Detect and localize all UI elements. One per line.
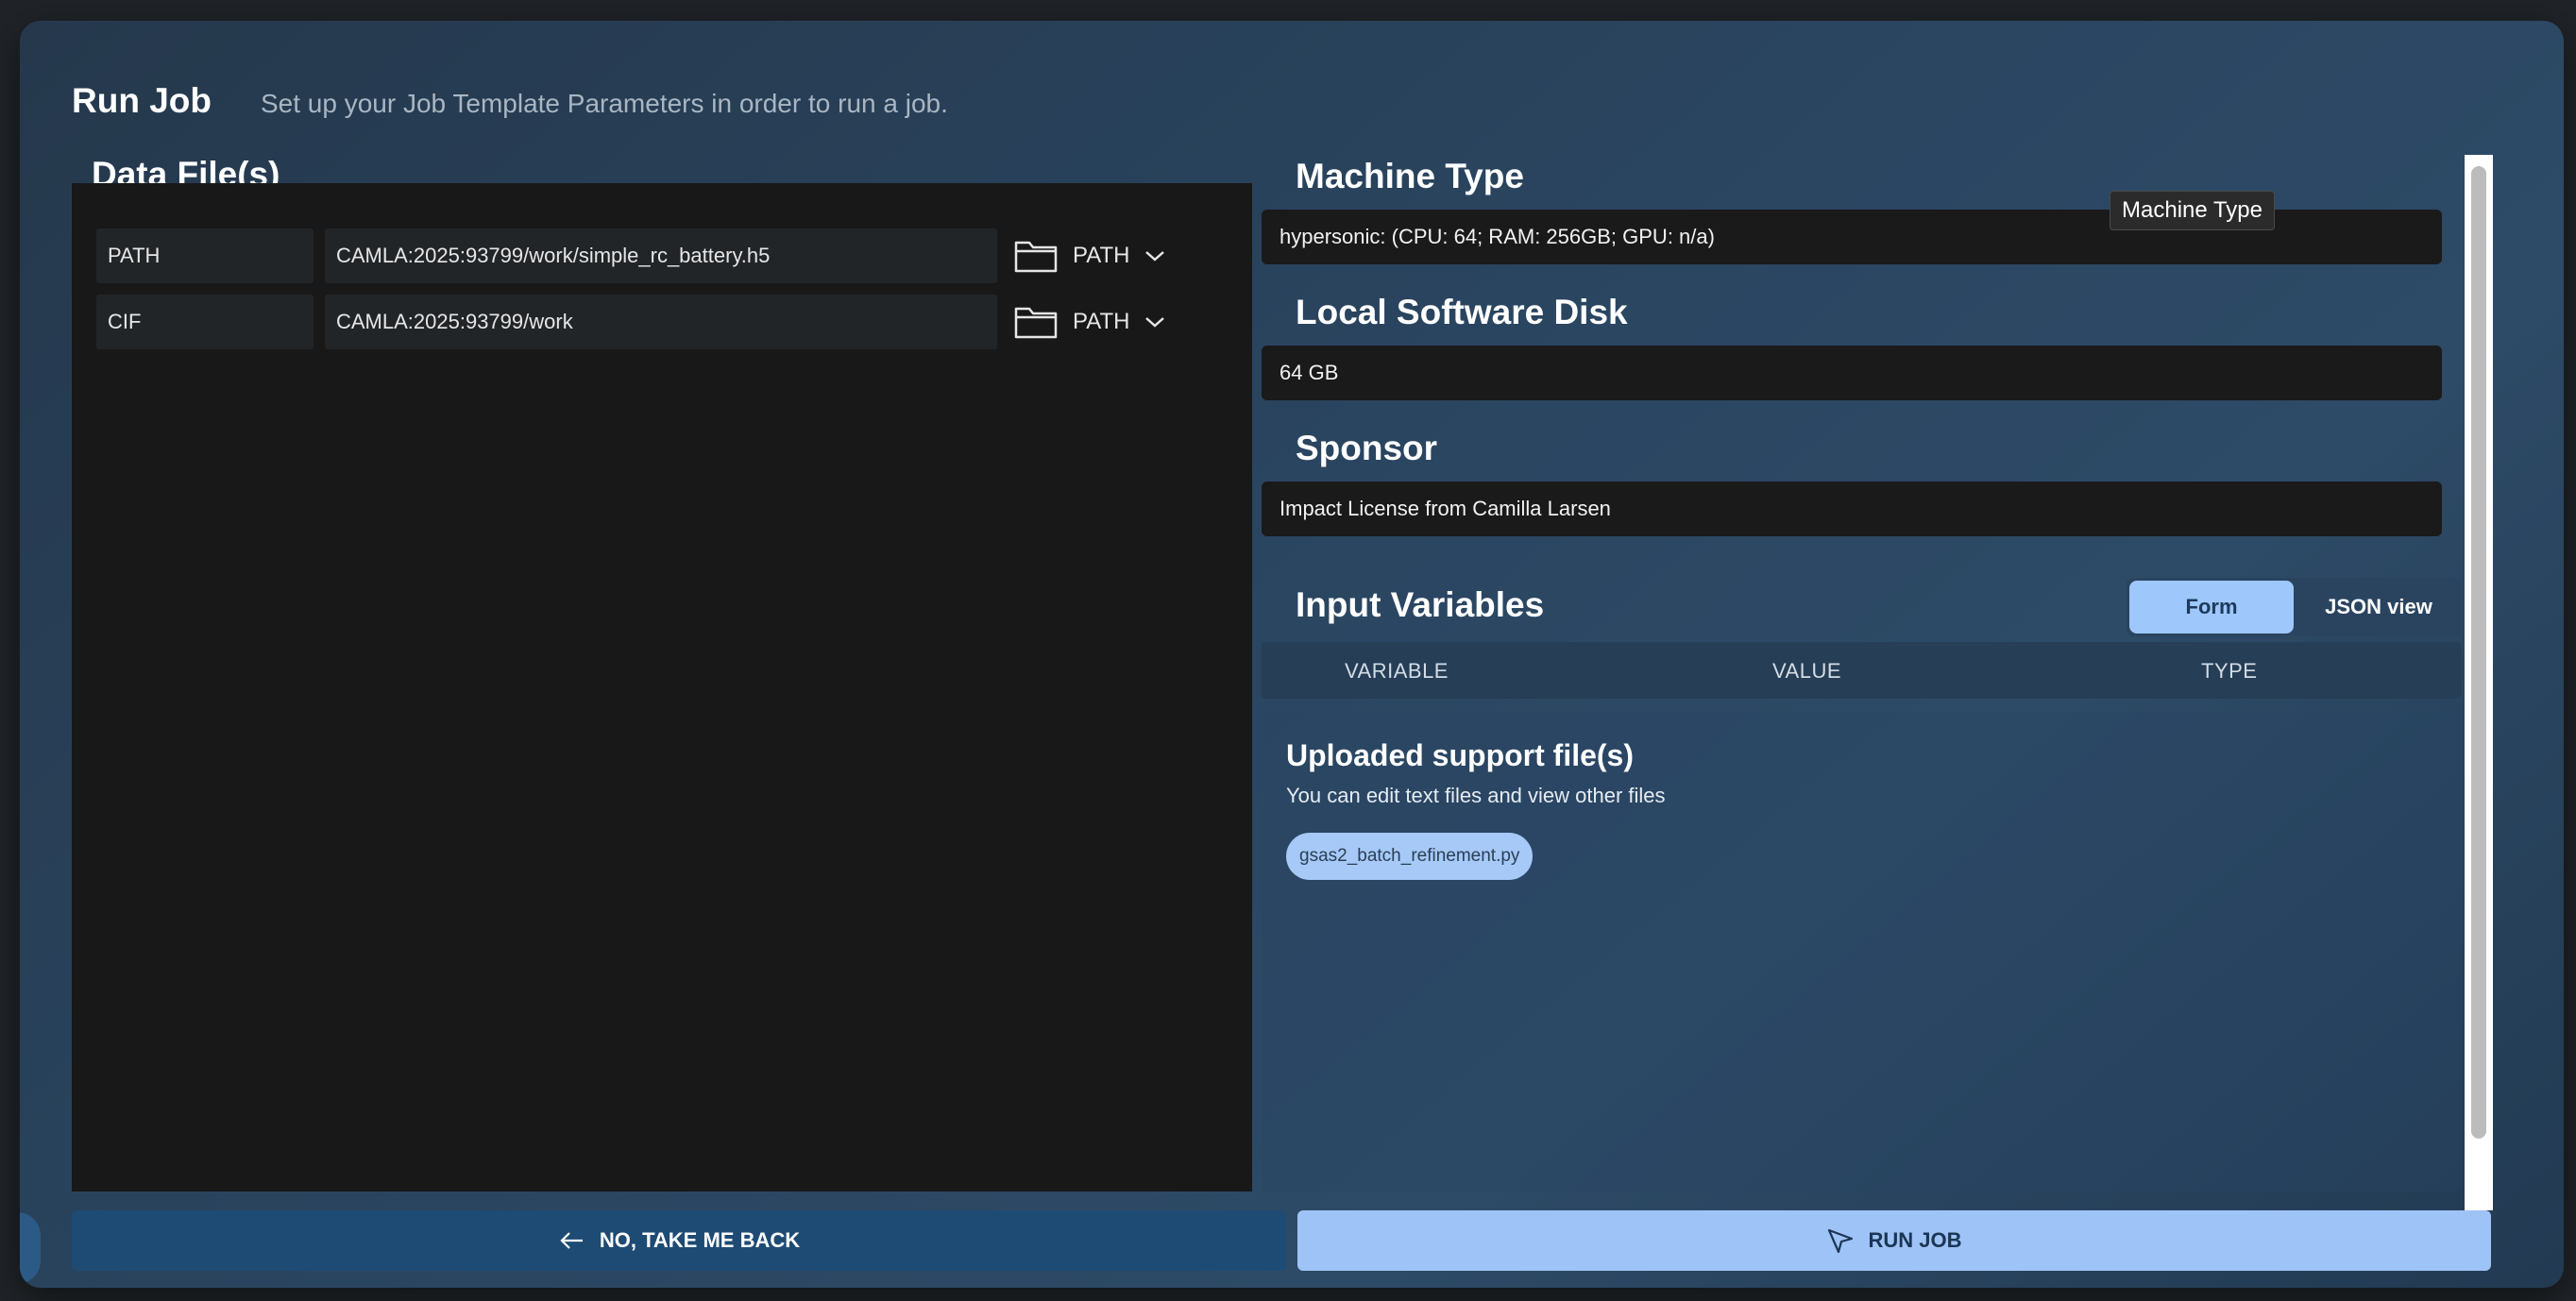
path-type-label: PATH: [1073, 309, 1130, 334]
run-job-button[interactable]: RUN JOB: [1297, 1210, 2491, 1271]
input-variables-title: Input Variables: [1296, 585, 1545, 624]
data-file-path-input[interactable]: CAMLA:2025:93799/work: [325, 295, 997, 349]
support-files-title: Uploaded support file(s): [1286, 738, 1634, 772]
job-settings-column: Machine Type hypersonic: (CPU: 64; RAM: …: [1262, 132, 2480, 1191]
path-type-label: PATH: [1073, 243, 1130, 268]
edge-handle: [20, 1212, 41, 1284]
sponsor-select[interactable]: Impact License from Camilla Larsen: [1262, 482, 2442, 536]
local-disk-input[interactable]: 64 GB: [1262, 346, 2442, 400]
path-type-dropdown[interactable]: PATH: [1014, 239, 1165, 273]
modal-title: Run Job: [72, 81, 212, 120]
modal-subtitle: Set up your Job Template Parameters in o…: [260, 89, 948, 118]
send-icon: [1828, 1228, 1854, 1254]
support-file-chip[interactable]: gsas2_batch_refinement.py: [1286, 833, 1534, 880]
scrollbar-thumb[interactable]: [2471, 166, 2486, 1139]
take-me-back-label: NO, TAKE ME BACK: [599, 1228, 801, 1252]
arrow-left-icon: [560, 1232, 583, 1249]
data-file-path-input[interactable]: CAMLA:2025:93799/work/simple_rc_battery.…: [325, 228, 997, 283]
run-job-label: RUN JOB: [1868, 1228, 1962, 1252]
json-view-button[interactable]: JSON view: [2296, 578, 2461, 636]
local-disk-title: Local Software Disk: [1296, 293, 1628, 331]
data-files-panel: PATH CAMLA:2025:93799/work/simple_rc_bat…: [72, 183, 1252, 1191]
chevron-down-icon: [1145, 251, 1165, 262]
variables-table-header: VARIABLE VALUE TYPE: [1262, 642, 2461, 699]
data-file-row: PATH CAMLA:2025:93799/work/simple_rc_bat…: [96, 228, 1165, 283]
sponsor-title: Sponsor: [1296, 429, 1438, 467]
modal-header: Run Job Set up your Job Template Paramet…: [72, 81, 948, 121]
view-toggle: Form JSON view: [2127, 578, 2461, 636]
folder-icon[interactable]: [1014, 239, 1058, 273]
machine-type-tooltip: Machine Type: [2110, 191, 2275, 230]
form-view-button[interactable]: Form: [2129, 581, 2294, 634]
column-variable: VARIABLE: [1345, 659, 1449, 683]
column-value: VALUE: [1772, 659, 1842, 683]
path-type-dropdown[interactable]: PATH: [1014, 305, 1165, 339]
data-file-label: PATH: [96, 228, 314, 283]
data-file-row: CIF CAMLA:2025:93799/work PATH: [96, 295, 1165, 349]
take-me-back-button[interactable]: NO, TAKE ME BACK: [72, 1210, 1286, 1271]
support-files-card: Uploaded support file(s) You can edit te…: [1262, 712, 2461, 1191]
machine-type-title: Machine Type: [1296, 157, 1524, 195]
data-file-label: CIF: [96, 295, 314, 349]
column-type: TYPE: [2201, 659, 2258, 683]
folder-icon[interactable]: [1014, 305, 1058, 339]
support-files-description: You can edit text files and view other f…: [1286, 784, 1666, 807]
chevron-down-icon: [1145, 317, 1165, 328]
